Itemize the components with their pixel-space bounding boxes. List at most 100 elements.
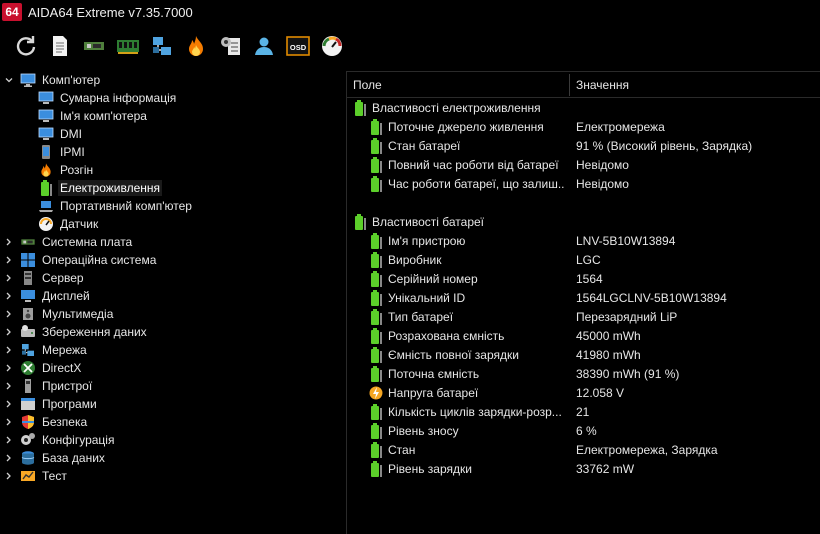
motherboard-button[interactable]	[80, 33, 108, 61]
tree-item[interactable]: DirectX	[4, 359, 83, 377]
tree-item[interactable]: Ім'я комп'ютера	[38, 107, 149, 125]
table-row[interactable]: Напруга батареї 12.058 V	[347, 383, 820, 402]
tree-item[interactable]: Сервер	[4, 269, 86, 287]
column-header-field[interactable]: Поле	[347, 72, 569, 98]
chevron-down-icon[interactable]	[4, 71, 14, 89]
group-header-row[interactable]: Властивості електроживлення	[347, 98, 820, 117]
chevron-right-icon[interactable]	[4, 251, 14, 269]
chevron-right-icon[interactable]	[4, 413, 14, 431]
column-header-value[interactable]: Значення	[570, 72, 820, 98]
network-icon	[20, 342, 36, 358]
battery-icon	[369, 308, 383, 325]
field-name: Поточна ємність	[388, 366, 480, 381]
table-row[interactable]: Поточна ємність 38390 mWh (91 %)	[347, 364, 820, 383]
settings-icon	[218, 34, 242, 61]
server-icon	[20, 270, 36, 286]
table-row[interactable]: Тип батареї Перезарядний LiP	[347, 307, 820, 326]
table-row[interactable]: Стан Електромережа, Зарядка	[347, 440, 820, 459]
chevron-right-icon[interactable]	[4, 233, 14, 251]
tree-item-label: Дисплей	[42, 289, 90, 303]
field-value: 6 %	[576, 423, 597, 438]
table-row[interactable]: Ім'я пристрою LNV-5B10W13894	[347, 231, 820, 250]
chevron-right-icon[interactable]	[4, 269, 14, 287]
battery-icon	[369, 289, 383, 306]
battery-icon	[369, 441, 383, 458]
report-button[interactable]	[46, 33, 74, 61]
tree-item-label: Тест	[42, 469, 67, 483]
tree-item[interactable]: Сумарна інформація	[38, 89, 178, 107]
chevron-right-icon[interactable]	[4, 341, 14, 359]
chevron-right-icon[interactable]	[4, 395, 14, 413]
flame-icon	[38, 162, 54, 178]
network-icon	[150, 34, 174, 61]
field-value: 45000 mWh	[576, 328, 641, 343]
table-row[interactable]: Виробник LGC	[347, 250, 820, 269]
tree-item[interactable]: Пристрої	[4, 377, 94, 395]
tree-item[interactable]: Програми	[4, 395, 99, 413]
table-row[interactable]: Кількість циклів зарядки-розр... 21	[347, 402, 820, 421]
tree-item[interactable]: DMI	[38, 125, 84, 143]
tree-item-label: Системна плата	[42, 235, 133, 249]
field-value: LNV-5B10W13894	[576, 233, 676, 248]
tree-item[interactable]: Портативний комп'ютер	[38, 197, 194, 215]
speaker-icon	[20, 306, 36, 322]
chevron-right-icon[interactable]	[4, 359, 14, 377]
flame-button[interactable]	[182, 33, 210, 61]
battery-icon	[369, 175, 383, 192]
tree-item[interactable]: Комп'ютер	[4, 71, 102, 89]
gauge-button[interactable]	[318, 33, 346, 61]
tree-item[interactable]: Датчик	[38, 215, 100, 233]
tree-item-label: Операційна система	[42, 253, 157, 267]
group-header-row[interactable]: Властивості батареї	[347, 212, 820, 231]
chevron-right-icon[interactable]	[4, 467, 14, 485]
chevron-right-icon[interactable]	[4, 305, 14, 323]
flame-icon	[184, 34, 208, 61]
tree-item[interactable]: Операційна система	[4, 251, 158, 269]
windows-icon	[20, 252, 36, 268]
field-value: Електромережа, Зарядка	[576, 442, 718, 457]
laptop-icon	[38, 198, 54, 214]
tree-item[interactable]: IPMI	[38, 143, 87, 161]
chevron-right-icon[interactable]	[4, 431, 14, 449]
table-row[interactable]: Унікальний ID 1564LGCLNV-5B10W13894	[347, 288, 820, 307]
table-row[interactable]: Серійний номер 1564	[347, 269, 820, 288]
tree-item[interactable]: Збереження даних	[4, 323, 149, 341]
battery-icon	[369, 403, 383, 420]
table-row[interactable]: Поточне джерело живлення Електромережа	[347, 117, 820, 136]
battery-icon	[369, 251, 383, 268]
user-button[interactable]	[250, 33, 278, 61]
tree-item[interactable]: Системна плата	[4, 233, 134, 251]
tree-item[interactable]: Мережа	[4, 341, 89, 359]
tree-item-label: Мультимедіа	[42, 307, 114, 321]
tree-item[interactable]: Безпека	[4, 413, 89, 431]
svg-text:OSD: OSD	[290, 43, 307, 52]
chevron-right-icon[interactable]	[4, 323, 14, 341]
field-name: Тип батареї	[388, 309, 454, 324]
tree-item[interactable]: Розгін	[38, 161, 95, 179]
battery-icon	[369, 460, 383, 477]
tree-item[interactable]: Тест	[4, 467, 69, 485]
memory-button[interactable]	[114, 33, 142, 61]
table-row[interactable]: Розрахована ємність 45000 mWh	[347, 326, 820, 345]
monitor-icon	[38, 90, 54, 106]
tree-item[interactable]: Дисплей	[4, 287, 92, 305]
tree-item[interactable]: Мультимедіа	[4, 305, 115, 323]
osd-button[interactable]: OSD	[284, 33, 312, 61]
settings-button[interactable]	[216, 33, 244, 61]
table-row[interactable]: Час роботи батареї, що залиш... Невідомо	[347, 174, 820, 193]
field-name: Рівень зарядки	[388, 461, 472, 476]
network-button[interactable]	[148, 33, 176, 61]
chevron-right-icon[interactable]	[4, 377, 14, 395]
chevron-right-icon[interactable]	[4, 287, 14, 305]
refresh-button[interactable]	[12, 33, 40, 61]
table-row[interactable]: Рівень зносу 6 %	[347, 421, 820, 440]
table-row[interactable]: Рівень зарядки 33762 mW	[347, 459, 820, 478]
tree-item[interactable]: База даних	[4, 449, 107, 467]
table-row[interactable]: Повний час роботи від батареї Невідомо	[347, 155, 820, 174]
tree-item[interactable]: Електроживлення	[38, 179, 163, 197]
table-row[interactable]: Ємність повної зарядки 41980 mWh	[347, 345, 820, 364]
chevron-right-icon[interactable]	[4, 449, 14, 467]
tree-item-label: Сумарна інформація	[60, 91, 177, 105]
tree-item[interactable]: Конфігурація	[4, 431, 116, 449]
table-row[interactable]: Стан батареї 91 % (Високий рівень, Зарядк…	[347, 136, 820, 155]
